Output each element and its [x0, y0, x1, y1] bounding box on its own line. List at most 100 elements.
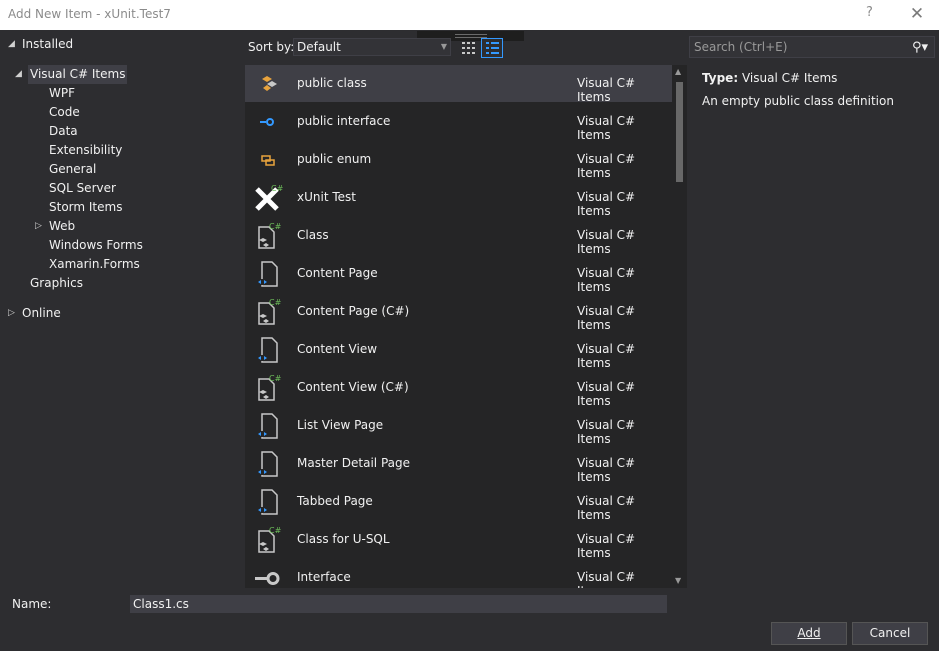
- svg-text:C#: C#: [271, 184, 283, 193]
- collapse-arrow-icon[interactable]: ◢: [8, 39, 15, 49]
- csharp-class-file-icon: C#: [258, 374, 282, 401]
- tree-node-graphics[interactable]: Graphics: [30, 274, 83, 293]
- sort-by-label: Sort by:: [248, 40, 295, 54]
- item-name: Content Page (C#): [297, 304, 410, 318]
- list-item-public-class[interactable]: public class Visual C# Items: [245, 65, 672, 104]
- tree-node-sql-server[interactable]: SQL Server: [49, 179, 116, 198]
- name-input[interactable]: [130, 595, 667, 613]
- scrollbar-thumb[interactable]: [676, 82, 683, 182]
- tree-node-general[interactable]: General: [49, 160, 96, 179]
- list-item-tabbed-page[interactable]: Tabbed Page Visual C# Items: [245, 483, 672, 522]
- search-icon[interactable]: ⚲▾: [912, 38, 928, 58]
- item-name: Tabbed Page: [297, 494, 373, 508]
- list-item-interface[interactable]: Interface Visual C# Items: [245, 559, 672, 588]
- detail-type: Type: Visual C# Items: [702, 71, 837, 85]
- template-list: public class Visual C# Items public inte…: [245, 65, 687, 588]
- item-name: Content View: [297, 342, 378, 356]
- list-item-content-view-csharp[interactable]: C# Content View (C#) Visual C# Items: [245, 369, 672, 408]
- list-scrollbar[interactable]: ▲ ▼: [672, 65, 687, 588]
- tree-node-extensibility[interactable]: Extensibility: [49, 141, 122, 160]
- tree-node-online[interactable]: Online: [22, 304, 61, 323]
- search-input[interactable]: Search (Ctrl+E): [694, 40, 787, 54]
- scroll-up-arrow-icon[interactable]: ▲: [675, 67, 681, 76]
- medium-icons-view-button[interactable]: [457, 38, 479, 58]
- collapse-arrow-icon[interactable]: ◢: [15, 69, 22, 79]
- tree-node-data[interactable]: Data: [49, 122, 78, 141]
- details-view-button[interactable]: [481, 38, 503, 58]
- xunit-icon: C#: [255, 184, 283, 211]
- svg-text:C#: C#: [269, 222, 282, 231]
- tree-node-label: Online: [22, 306, 61, 320]
- item-name: Master Detail Page: [297, 456, 411, 470]
- list-item-public-enum[interactable]: public enum Visual C# Items: [245, 141, 672, 180]
- tree-node-xamarin-forms[interactable]: Xamarin.Forms: [49, 255, 140, 274]
- interface-member-icon: [260, 118, 274, 126]
- item-name: Interface: [297, 570, 351, 584]
- cancel-button-label: Cancel: [869, 626, 911, 640]
- list-item-content-page-csharp[interactable]: C# Content Page (C#) Visual C# Items: [245, 293, 672, 332]
- search-box[interactable]: Search (Ctrl+E) ⚲▾: [689, 36, 935, 58]
- xaml-page-icon: [257, 489, 278, 515]
- expand-arrow-icon[interactable]: ▷: [35, 221, 42, 231]
- tree-node-label: Code: [49, 105, 80, 119]
- xaml-page-icon: [257, 413, 278, 439]
- list-item-list-view-page[interactable]: List View Page Visual C# Items: [245, 407, 672, 446]
- tree-node-label: Data: [49, 124, 78, 138]
- csharp-class-file-icon: C#: [258, 298, 282, 325]
- list-item-class[interactable]: C# Class Visual C# Items: [245, 217, 672, 256]
- help-button[interactable]: ?: [866, 5, 873, 20]
- item-name: public interface: [297, 114, 391, 128]
- cancel-button[interactable]: Cancel: [852, 622, 928, 645]
- svg-text:C#: C#: [269, 526, 282, 535]
- xaml-page-icon: [257, 261, 278, 287]
- tree-node-web[interactable]: Web: [49, 217, 75, 236]
- detail-type-label: Type:: [702, 71, 739, 85]
- item-category: Visual C# Items: [577, 570, 636, 588]
- item-name: public class: [297, 76, 367, 90]
- dropdown-arrow-icon: ▼: [440, 42, 447, 51]
- tree-node-label: Storm Items: [49, 200, 123, 214]
- item-category: Visual C# Items: [577, 304, 636, 332]
- xaml-page-icon: [257, 451, 278, 477]
- tree-node-visual-csharp-items[interactable]: Visual C# Items: [28, 65, 128, 84]
- sort-by-value: Default: [297, 40, 341, 54]
- tree-node-label: Installed: [22, 37, 74, 51]
- item-category: Visual C# Items: [577, 76, 636, 104]
- list-item-class-for-u-sql[interactable]: C# Class for U-SQL Visual C# Items: [245, 521, 672, 560]
- tree-node-installed[interactable]: Installed: [22, 35, 73, 54]
- tree-node-windows-forms[interactable]: Windows Forms: [49, 236, 143, 255]
- list-item-master-detail-page[interactable]: Master Detail Page Visual C# Items: [245, 445, 672, 484]
- name-label: Name:: [12, 597, 52, 611]
- grid-view-icon: [462, 42, 475, 54]
- scroll-down-arrow-icon[interactable]: ▼: [675, 576, 681, 585]
- xaml-page-icon: [257, 337, 278, 363]
- tree-node-label: Visual C# Items: [30, 67, 126, 81]
- tree-node-label: Graphics: [30, 276, 83, 290]
- tree-node-label: Extensibility: [49, 143, 123, 157]
- list-item-content-view[interactable]: Content View Visual C# Items: [245, 331, 672, 370]
- tree-node-storm-items[interactable]: Storm Items: [49, 198, 122, 217]
- list-item-public-interface[interactable]: public interface Visual C# Items: [245, 103, 672, 142]
- item-name: xUnit Test: [297, 190, 356, 204]
- item-name: List View Page: [297, 418, 384, 432]
- tree-node-label: Windows Forms: [49, 238, 143, 252]
- close-button[interactable]: ✕: [906, 2, 928, 26]
- tree-node-code[interactable]: Code: [49, 103, 80, 122]
- tree-node-label: WPF: [49, 86, 76, 100]
- item-name: Content View (C#): [297, 380, 409, 394]
- item-name: public enum: [297, 152, 372, 166]
- template-tree: Installed ◢ Visual C# Items ◢ WPF Code D…: [0, 32, 243, 587]
- item-name: Class for U-SQL: [297, 532, 390, 546]
- add-button[interactable]: Add: [771, 622, 847, 645]
- sort-by-dropdown[interactable]: Default ▼: [293, 38, 451, 56]
- item-category: Visual C# Items: [577, 532, 636, 560]
- list-item-xunit-test[interactable]: C# xUnit Test Visual C# Items: [245, 179, 672, 218]
- list-item-content-page[interactable]: Content Page Visual C# Items: [245, 255, 672, 294]
- item-name: Class: [297, 228, 329, 242]
- item-category: Visual C# Items: [577, 418, 636, 446]
- detail-type-value: Visual C# Items: [741, 71, 838, 85]
- title-bar: Add New Item - xUnit.Test7 ? ✕: [0, 0, 939, 30]
- expand-arrow-icon[interactable]: ▷: [8, 308, 15, 318]
- item-name: Content Page: [297, 266, 378, 280]
- tree-node-wpf[interactable]: WPF: [49, 84, 75, 103]
